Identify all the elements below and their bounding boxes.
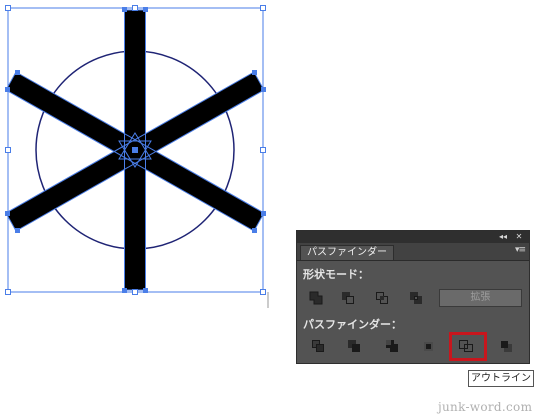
expand-button[interactable]: 拡張 — [439, 289, 522, 307]
crop-button[interactable] — [417, 337, 439, 355]
outline-tooltip: アウトライン — [468, 370, 534, 387]
unite-button[interactable] — [305, 289, 327, 307]
handle-bottom-right — [260, 289, 266, 295]
center-point — [132, 147, 138, 153]
merge-button[interactable] — [381, 337, 403, 355]
minus-front-icon — [342, 292, 354, 304]
exclude-icon — [410, 292, 422, 304]
handle-bottom-center — [132, 289, 138, 295]
shape-modes-label: 形状モード： — [303, 268, 369, 281]
intersect-icon — [376, 292, 388, 304]
handle-top-right — [260, 5, 266, 11]
tab-pathfinder[interactable]: パスファインダー — [300, 245, 394, 260]
handle-bottom-left — [5, 289, 11, 295]
collapse-panel-icon[interactable]: ◂◂ — [497, 231, 509, 243]
minus-back-button[interactable] — [495, 337, 517, 355]
unite-icon — [309, 291, 323, 305]
panel-title-bar[interactable]: ◂◂ ✕ — [297, 231, 529, 243]
outline-button-highlight — [449, 332, 487, 361]
divide-icon — [312, 340, 324, 352]
trim-button[interactable] — [343, 337, 365, 355]
pathfinders-label: パスファインダー： — [303, 318, 402, 331]
watermark-text: junk-word.com — [438, 400, 533, 414]
trim-icon — [348, 340, 360, 352]
intersect-button[interactable] — [371, 289, 393, 307]
close-panel-icon[interactable]: ✕ — [513, 231, 525, 243]
handle-middle-right — [260, 147, 266, 153]
minus-front-button[interactable] — [337, 289, 359, 307]
crop-icon — [424, 342, 433, 351]
panel-tab-row: パスファインダー ▾≡ — [297, 243, 529, 261]
merge-icon — [386, 340, 398, 352]
minus-back-icon — [501, 341, 512, 352]
divide-button[interactable] — [307, 337, 329, 355]
handle-middle-left — [5, 147, 11, 153]
handle-top-left — [5, 5, 11, 11]
exclude-button[interactable] — [405, 289, 427, 307]
pathfinder-panel: ◂◂ ✕ パスファインダー ▾≡ 形状モード： 拡張 パスファインダー： — [296, 230, 530, 364]
panel-menu-icon[interactable]: ▾≡ — [515, 245, 526, 255]
handle-top-center — [132, 5, 138, 11]
